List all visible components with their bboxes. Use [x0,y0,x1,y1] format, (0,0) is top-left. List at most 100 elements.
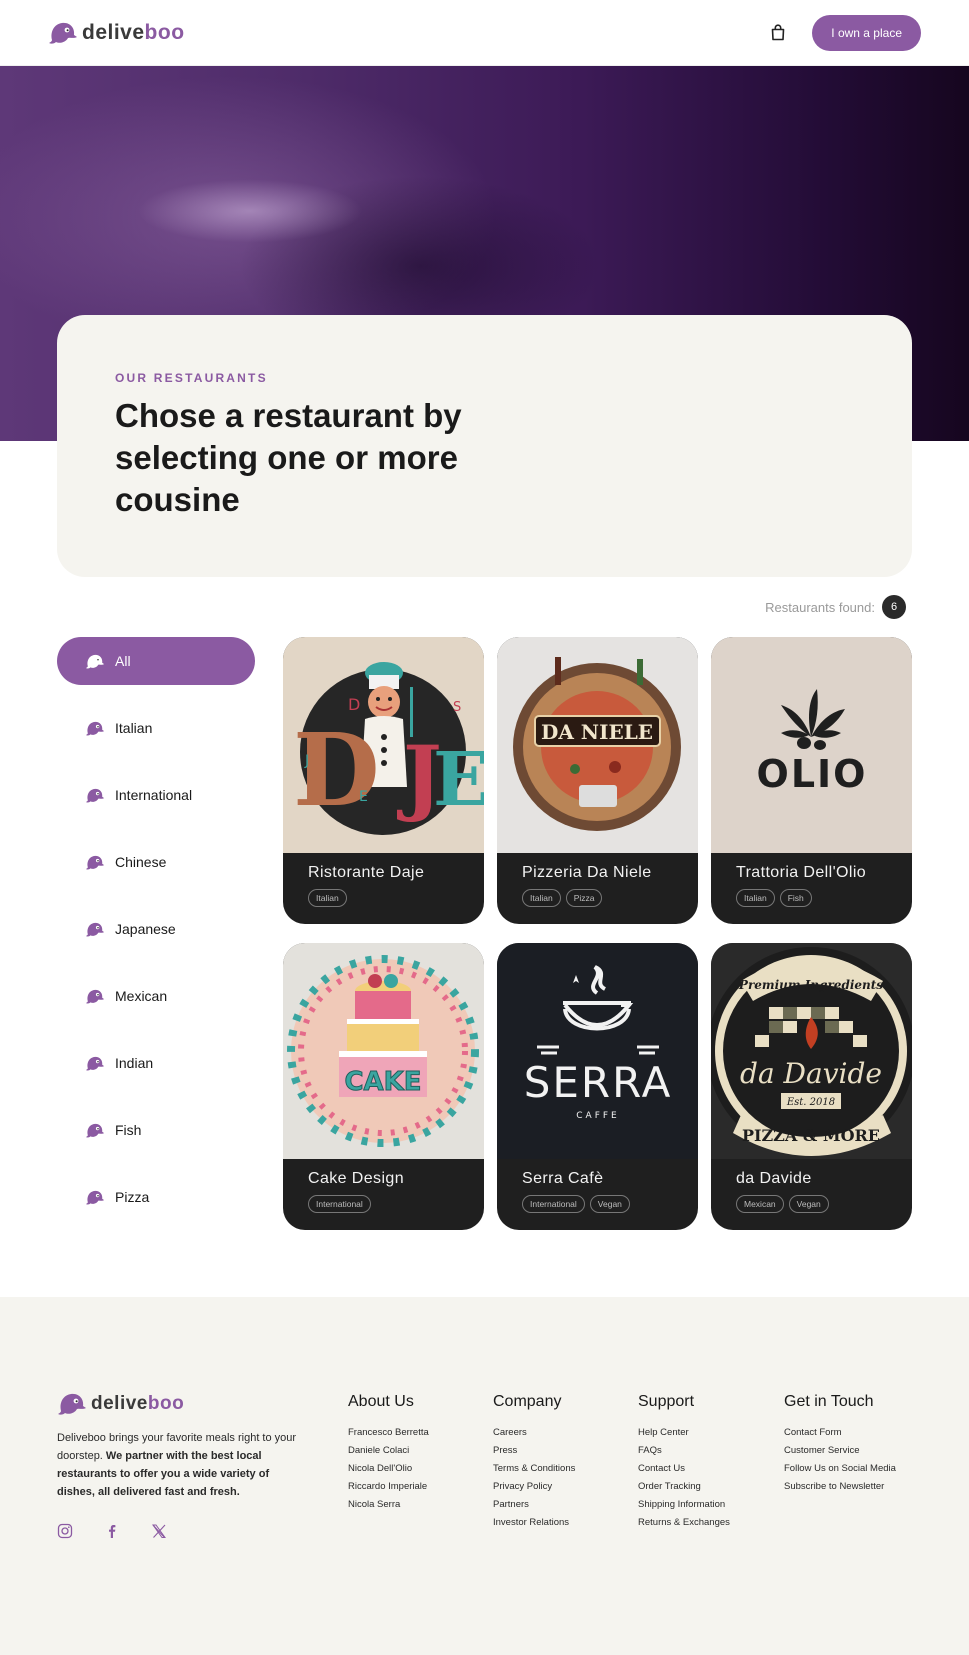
cuisine-filter-all[interactable]: All [57,637,255,685]
cuisine-filter-mexican[interactable]: Mexican [57,972,255,1020]
svg-text:D: D [293,711,380,829]
intro-card: OUR RESTAURANTS Chose a restaurant by se… [57,315,912,577]
footer-link[interactable]: Careers [493,1424,575,1442]
cuisine-filter-fish[interactable]: Fish [57,1106,255,1154]
footer-link[interactable]: FAQs [638,1442,730,1460]
ghost-bullet-icon [85,1056,105,1070]
cuisine-tag: Vegan [788,1195,829,1213]
footer-link[interactable]: Subscribe to Newsletter [784,1478,896,1496]
x-icon[interactable] [151,1523,167,1539]
brand-logo[interactable]: deliveboo [48,20,185,46]
own-a-place-button[interactable]: I own a place [812,14,921,51]
restaurant-logo-cake: CAKE [283,943,484,1159]
cuisine-filter-label: Chinese [115,854,167,870]
restaurant-logo-olio: OLIO [711,637,912,853]
footer-link[interactable]: Contact Us [638,1460,730,1478]
logo-text: SERRA [524,1058,673,1107]
footer-link[interactable]: Help Center [638,1424,730,1442]
logo-est-text: Est. 2018 [786,1097,835,1108]
logo-text: OLIO [757,752,868,796]
ghost-bullet-icon [85,989,105,1003]
footer-logo[interactable]: deliveboo [57,1391,302,1417]
brand-name-part2: boo [144,20,185,44]
footer-column-title: About Us [348,1393,414,1410]
ghost-bullet-icon [85,654,105,668]
footer-link[interactable]: Francesco Berretta [348,1424,429,1442]
restaurant-card[interactable]: CAKE Cake Design International [283,943,484,1230]
footer-link[interactable]: Privacy Policy [493,1478,575,1496]
cuisine-tag: Italian [522,889,561,907]
restaurant-card[interactable]: DA NIELE Pizzeria Da Niele Italian Pizza [497,637,698,924]
footer-column-title: Support [638,1393,695,1410]
restaurant-name: Serra Cafè [522,1170,604,1187]
restaurant-image: SERRA CAFFE [497,943,698,1159]
logo-letter: J [304,753,309,769]
restaurant-card[interactable]: D J E D E J S Ristorante Daje Italian [283,637,484,924]
navbar: deliveboo I own a place [0,0,969,66]
footer-column-title: Company [493,1393,562,1410]
cuisine-filter-international[interactable]: International [57,771,255,819]
facebook-icon[interactable] [104,1523,120,1539]
footer-link[interactable]: Press [493,1442,575,1460]
logo-letter: E [359,789,368,805]
footer-link[interactable]: Customer Service [784,1442,896,1460]
footer-description: Deliveboo brings your favorite meals rig… [57,1429,302,1501]
restaurant-card[interactable]: Premium Ingredients da Davide Est. 2018 … [711,943,912,1230]
footer-link[interactable]: Contact Form [784,1424,896,1442]
restaurant-image: D J E D E J S [283,637,484,853]
footer-link[interactable]: Partners [493,1496,575,1514]
instagram-icon[interactable] [57,1523,73,1539]
footer-link[interactable]: Nicola Serra [348,1496,429,1514]
restaurant-logo-da-niele: DA NIELE [497,637,698,853]
restaurant-name: Trattoria Dell'Olio [736,864,867,881]
cuisine-filter-japanese[interactable]: Japanese [57,905,255,953]
restaurant-tags: Italian [308,889,459,907]
restaurant-tags: International Vegan [522,1195,673,1213]
brand-name: deliveboo [82,21,185,45]
restaurant-card[interactable]: SERRA CAFFE Serra Cafè International Vega… [497,943,698,1230]
footer-link[interactable]: Order Tracking [638,1478,730,1496]
footer-column-support: Support Help Center FAQs Contact Us Order Tr… [638,1393,730,1532]
footer-link[interactable]: Nicola Dell'Olio [348,1460,429,1478]
cuisine-tag: Italian [736,889,775,907]
restaurant-name: Pizzeria Da Niele [522,864,652,881]
shopping-bag-icon[interactable] [768,23,788,43]
cuisine-filter-italian[interactable]: Italian [57,704,255,752]
cuisine-tag: Fish [779,889,812,907]
ghost-bullet-icon [85,922,105,936]
footer-brand-name-part2: boo [147,1393,185,1414]
restaurant-name: Cake Design [308,1170,405,1187]
social-links [57,1523,302,1539]
restaurant-logo-serra: SERRA CAFFE [497,943,698,1159]
cuisine-tag: Vegan [589,1195,630,1213]
footer-link[interactable]: Daniele Colaci [348,1442,429,1460]
footer-link[interactable]: Follow Us on Social Media [784,1460,896,1478]
restaurant-tags: Italian Fish [736,889,887,907]
results-count-label: Restaurants found: [765,599,875,615]
logo-subtext: CAFFE [576,1111,619,1121]
cuisine-filter-chinese[interactable]: Chinese [57,838,255,886]
ghost-logo-icon [58,1393,86,1415]
restaurant-tags: Italian Pizza [522,889,673,907]
cuisine-filter-indian[interactable]: Indian [57,1039,255,1087]
restaurant-grid: D J E D E J S Ristorante Daje Italian DA… [283,637,912,1230]
footer-link[interactable]: Riccardo Imperiale [348,1478,429,1496]
footer-link[interactable]: Shipping Information [638,1496,730,1514]
cuisine-tag: Pizza [565,889,603,907]
footer-column-get-in-touch: Get in Touch Contact Form Customer Service… [784,1393,896,1496]
cuisine-filter-label: Mexican [115,988,168,1004]
results-count: Restaurants found: 6 [765,595,906,619]
footer-link[interactable]: Returns & Exchanges [638,1514,730,1532]
restaurant-image: DA NIELE [497,637,698,853]
footer-link[interactable]: Terms & Conditions [493,1460,575,1478]
results-count-badge: 6 [882,595,906,619]
nav-actions: I own a place [768,14,921,51]
cuisine-filter-pizza[interactable]: Pizza [57,1173,255,1221]
restaurant-card[interactable]: OLIO Trattoria Dell'Olio Italian Fish [711,637,912,924]
logo-bottom-text: PIZZA & MORE [742,1126,880,1145]
cuisine-tag: Italian [308,889,347,907]
footer-brand-name-part1: delive [91,1393,148,1414]
cuisine-filter-label: International [115,787,193,803]
footer-column-company: Company Careers Press Terms & Conditions Pri… [493,1393,575,1532]
footer-link[interactable]: Investor Relations [493,1514,575,1532]
